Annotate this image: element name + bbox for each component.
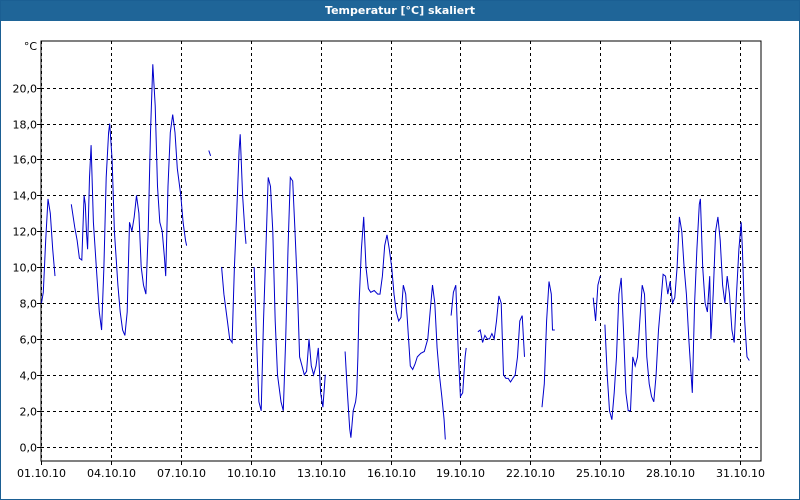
x-tick-label: 25.10.10: [576, 467, 625, 480]
temperature-chart: 0,0 2,0 4,0 6,0 8,0 10,0 12,0 14,0 16,0 18,0 20,0 °…: [13, 40, 765, 480]
x-tick-label: 13.10.10: [297, 467, 346, 480]
x-tick-label: 10.10.10: [227, 467, 276, 480]
plot-frame: [40, 40, 762, 462]
y-tick-label: 0,0: [20, 442, 38, 455]
chart-title: Temperatur [°C] skaliert: [1, 1, 799, 21]
y-tick-label: 20,0: [13, 83, 38, 96]
y-tick-label: 2,0: [20, 406, 38, 419]
x-tick-label: 31.10.10: [716, 467, 765, 480]
x-tick-label: 01.10.10: [17, 467, 66, 480]
y-tick-label: 6,0: [20, 334, 38, 347]
chart-window: Temperatur [°C] skaliert 0,0 2,0 4,0 6,0 8,0…: [0, 0, 800, 500]
y-unit-label: °C: [24, 40, 38, 53]
x-tick-label: 16.10.10: [367, 467, 416, 480]
y-tick-label: 14,0: [13, 190, 38, 203]
y-tick-label: 12,0: [13, 226, 38, 239]
x-tick-label: 04.10.10: [87, 467, 136, 480]
y-tick-label: 18,0: [13, 119, 38, 132]
y-tick-label: 10,0: [13, 262, 38, 275]
x-tick-label: 22.10.10: [506, 467, 555, 480]
y-tick-label: 8,0: [20, 298, 38, 311]
y-tick-label: 16,0: [13, 154, 38, 167]
x-tick-label: 07.10.10: [157, 467, 206, 480]
x-tick-label: 28.10.10: [646, 467, 695, 480]
x-tick-label: 19.10.10: [436, 467, 485, 480]
y-tick-label: 4,0: [20, 370, 38, 383]
